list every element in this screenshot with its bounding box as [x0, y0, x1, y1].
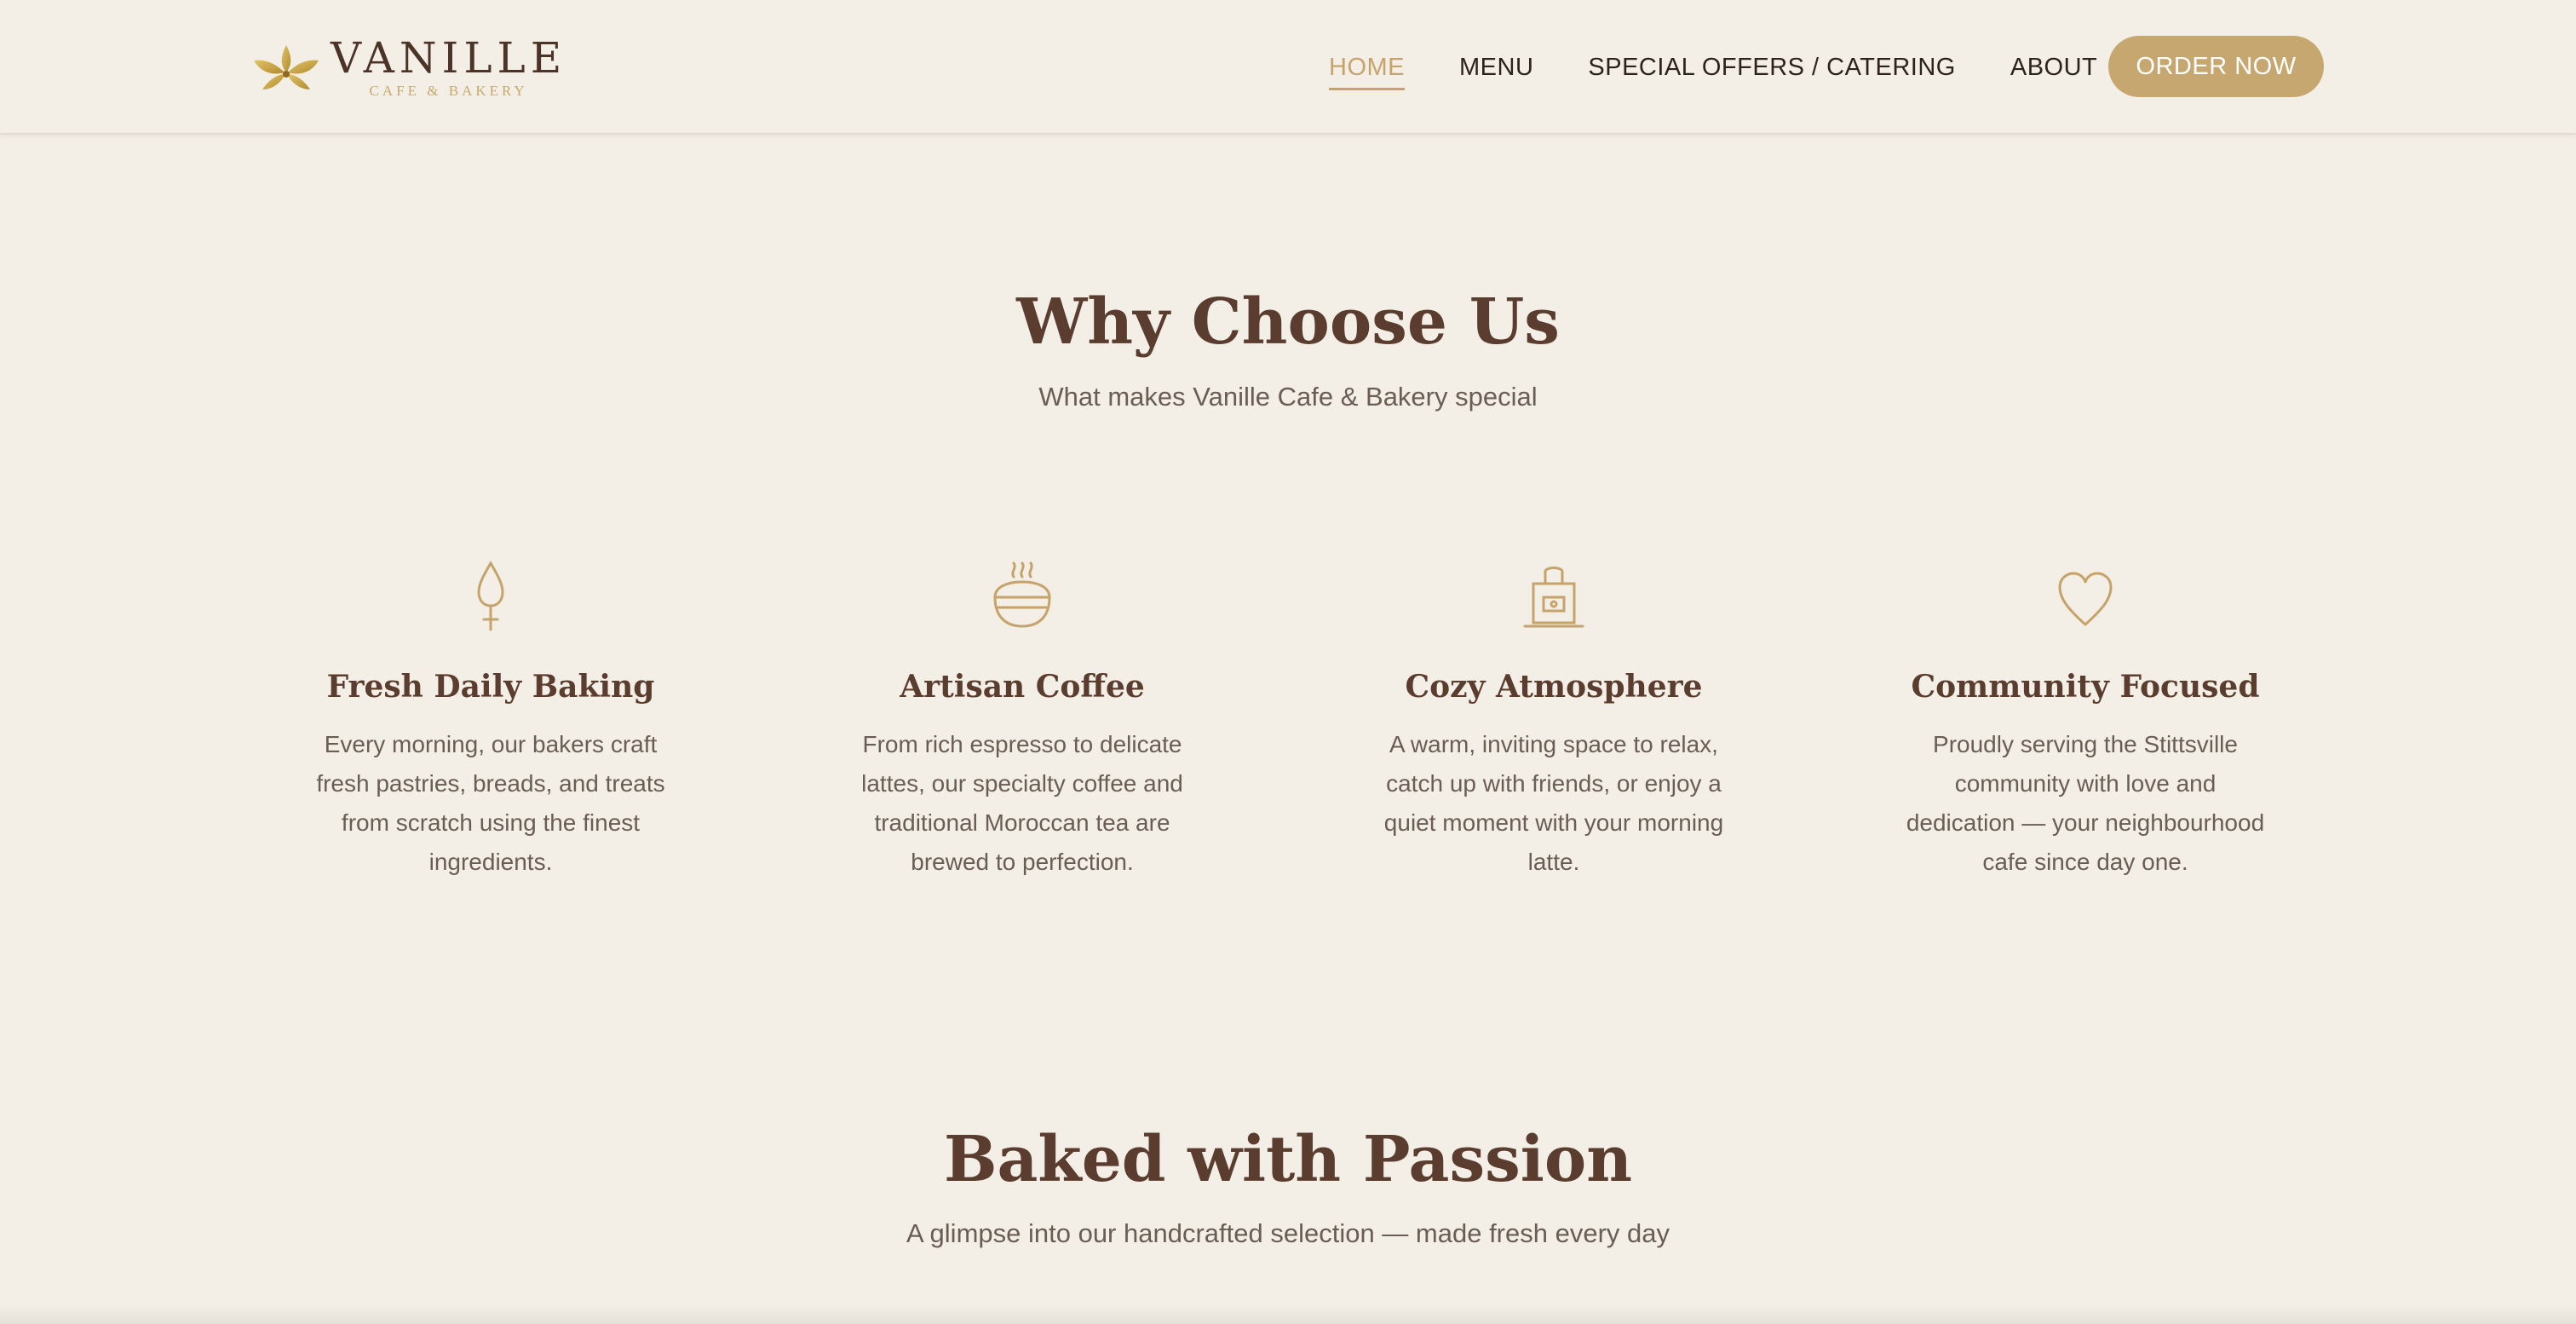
nav-item-about[interactable]: ABOUT	[2010, 45, 2097, 90]
wheat-drop-icon	[477, 560, 504, 631]
nav-item-special-offers[interactable]: SPECIAL OFFERS / CATERING	[1588, 45, 1955, 90]
feature-card: Artisan Coffee From rich espresso to del…	[809, 558, 1235, 882]
nav-item-menu[interactable]: MENU	[1459, 45, 1533, 90]
feature-card: Fresh Daily Baking Every morning, our ba…	[278, 558, 704, 882]
feature-description: Proudly serving the Stittsville communit…	[1906, 731, 2265, 875]
order-now-button[interactable]: ORDER NOW	[2108, 36, 2324, 97]
main-nav: HOME MENU SPECIAL OFFERS / CATERING ABOU…	[1329, 0, 2152, 135]
gallery-edge-shadow	[0, 1304, 2576, 1324]
feature-description: Every morning, our bakers craft fresh pa…	[316, 731, 665, 875]
brand-logo[interactable]: VANILLE CAFE & BAKERY	[250, 34, 566, 102]
feature-title: Community Focused	[1911, 669, 2260, 705]
nav-item-home[interactable]: HOME	[1329, 45, 1405, 90]
brand-tagline: CAFE & BAKERY	[369, 83, 528, 99]
feature-title: Artisan Coffee	[900, 669, 1145, 705]
coffee-bowl-icon	[993, 561, 1051, 628]
baked-with-passion-subtitle: A glimpse into our handcrafted selection…	[906, 1218, 1670, 1248]
site-header: VANILLE CAFE & BAKERY HOME MENU SPECIAL …	[0, 0, 2576, 135]
feature-card: Community Focused Proudly serving the St…	[1872, 558, 2298, 882]
feature-description: A warm, inviting space to relax, catch u…	[1383, 731, 1724, 875]
feature-title: Cozy Atmosphere	[1405, 669, 1703, 705]
heart-icon	[2058, 572, 2113, 626]
brand-wordmark: VANILLE CAFE & BAKERY	[331, 37, 566, 100]
brand-name: VANILLE	[331, 33, 567, 83]
vanilla-flower-icon	[254, 45, 319, 89]
features-grid: Fresh Daily Baking Every morning, our ba…	[278, 558, 2298, 882]
fireplace-icon	[1523, 567, 1584, 628]
feature-description: From rich espresso to delicate lattes, o…	[861, 731, 1183, 875]
why-choose-us-subtitle: What makes Vanille Cafe & Bakery special	[1038, 382, 1538, 412]
feature-card: Cozy Atmosphere A warm, inviting space t…	[1341, 558, 1767, 882]
baked-with-passion-title: Baked with Passion	[943, 1123, 1633, 1196]
why-choose-us-title: Why Choose Us	[1016, 285, 1560, 359]
feature-title: Fresh Daily Baking	[326, 669, 655, 705]
